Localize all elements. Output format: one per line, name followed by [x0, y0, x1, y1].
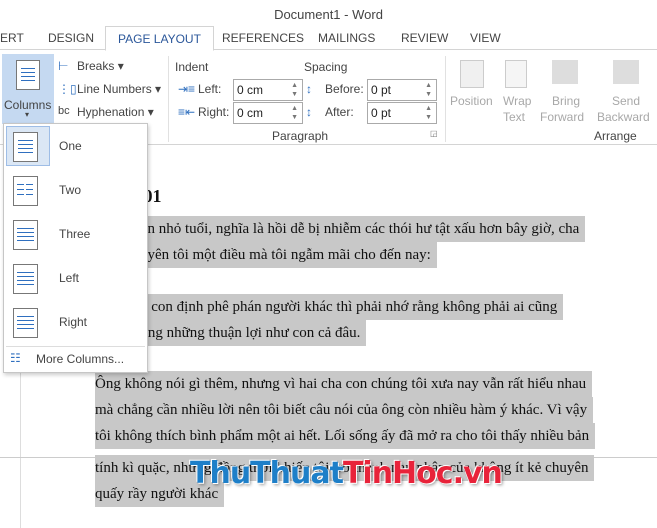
columns-button[interactable]: Columns ▾: [2, 54, 54, 124]
columns-icon: [16, 60, 40, 90]
indent-label: Indent: [175, 60, 209, 74]
more-columns-button[interactable]: ☷ More Columns...: [4, 349, 147, 371]
breaks-button[interactable]: Breaks ▾: [77, 59, 124, 73]
tab-view[interactable]: VIEW: [470, 26, 501, 51]
one-column-icon: [13, 132, 38, 162]
spacing-label: Spacing: [304, 60, 348, 74]
tab-design[interactable]: DESIGN: [48, 26, 94, 51]
hyphenation-button[interactable]: Hyphenation ▾: [77, 105, 154, 119]
menu-item-right[interactable]: Right: [6, 302, 146, 346]
title-bar: Document1 - Word: [274, 7, 383, 22]
bring-forward-button[interactable]: Bring: [552, 94, 580, 108]
right-column-icon: [13, 308, 38, 338]
tab-mailings[interactable]: MAILINGS: [318, 26, 375, 51]
arrange-group-label: Arrange: [594, 129, 637, 143]
spacing-before-input[interactable]: 0 pt ▲ ▼: [367, 79, 437, 101]
three-columns-icon: [13, 220, 38, 250]
tab-references[interactable]: REFERENCES: [222, 26, 304, 51]
indent-right-input[interactable]: 0 cm ▲ ▼: [233, 102, 303, 124]
columns-dropdown: One Two Three Left Right ☷ More Columns.…: [3, 123, 148, 373]
left-column-icon: [13, 264, 38, 294]
position-button[interactable]: Position: [450, 94, 493, 108]
spacing-before-icon: ↕: [306, 82, 312, 96]
more-columns-icon: ☷: [10, 351, 21, 365]
spacing-after-input[interactable]: 0 pt ▲ ▼: [367, 102, 437, 124]
watermark-logo: ThuThuatTinHoc.vn: [190, 456, 503, 491]
dialog-launcher-icon[interactable]: ◲: [430, 129, 438, 138]
spacing-after-icon: ↕: [306, 105, 312, 119]
menu-item-three[interactable]: Three: [6, 214, 146, 258]
indent-left-input[interactable]: 0 cm ▲ ▼: [233, 79, 303, 101]
wrap-text-icon: [505, 60, 527, 88]
ribbon-tabs: ERT DESIGN PAGE LAYOUT REFERENCES MAILIN…: [0, 26, 657, 51]
hyphenation-icon: bc: [58, 105, 70, 117]
menu-item-one[interactable]: One: [6, 126, 146, 170]
two-columns-icon: [13, 176, 38, 206]
position-icon: [460, 60, 484, 88]
menu-item-two[interactable]: Two: [6, 170, 146, 214]
menu-item-left[interactable]: Left: [6, 258, 146, 302]
bring-forward-icon: [552, 60, 578, 84]
indent-right-icon: ≡⇤: [178, 105, 196, 119]
line-numbers-button[interactable]: Line Numbers ▾: [77, 82, 161, 96]
send-backward-icon: [613, 60, 639, 84]
menu-divider: [6, 346, 145, 347]
chevron-down-icon: ▾: [25, 110, 30, 119]
indent-left-icon: ⇥≡: [178, 82, 196, 96]
tab-review[interactable]: REVIEW: [401, 26, 448, 51]
line-numbers-icon: ⋮▯: [58, 82, 77, 96]
breaks-icon: ⊢: [58, 59, 69, 73]
tab-page-layout[interactable]: PAGE LAYOUT: [105, 26, 214, 51]
tab-insert[interactable]: ERT: [0, 26, 24, 51]
paragraph-group-label: Paragraph: [272, 129, 329, 143]
send-backward-button[interactable]: Send: [612, 94, 640, 108]
wrap-text-button[interactable]: Wrap: [503, 94, 531, 108]
